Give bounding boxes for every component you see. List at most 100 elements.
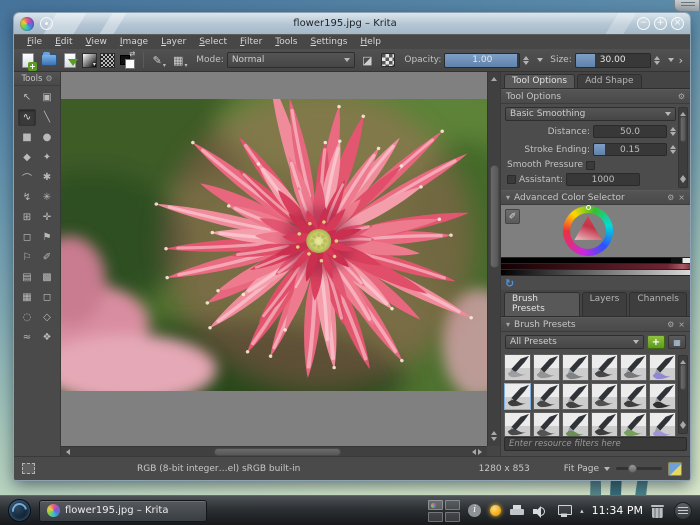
tools-docker-header[interactable]: Tools ⚙ bbox=[14, 72, 60, 86]
brush-preset-thumbnail-3[interactable] bbox=[562, 354, 589, 381]
scroll-up-icon[interactable] bbox=[490, 73, 499, 82]
assistants-tool[interactable]: ⚐ bbox=[18, 249, 36, 266]
assistant-checkbox[interactable] bbox=[507, 175, 516, 184]
brush-preset-thumbnail-7[interactable] bbox=[504, 383, 531, 410]
workspace-chooser-button[interactable]: ▦▾ bbox=[171, 51, 189, 69]
tray-expand-arrow[interactable]: ▴ bbox=[580, 507, 584, 515]
panel-toolbox[interactable] bbox=[674, 502, 692, 520]
trash-icon[interactable] bbox=[651, 503, 664, 518]
hscroll-thumb[interactable] bbox=[214, 448, 341, 456]
vscroll-thumb[interactable] bbox=[490, 165, 499, 269]
preset-view-mode-button[interactable]: ▦ bbox=[668, 335, 686, 349]
tab-brush-presets[interactable]: Brush Presets bbox=[504, 292, 580, 316]
close-button[interactable]: × bbox=[671, 17, 684, 30]
tab-layers[interactable]: Layers bbox=[582, 292, 628, 316]
brush-preset-thumbnail-14[interactable] bbox=[533, 412, 560, 436]
brush-preset-thumbnail-1[interactable] bbox=[504, 354, 531, 381]
scroll-right-icon[interactable] bbox=[477, 447, 486, 456]
network-tray-icon[interactable] bbox=[557, 505, 571, 517]
taskbar-task-krita[interactable]: flower195.jpg – Krita bbox=[39, 500, 207, 522]
multibrush-tool[interactable]: ✳ bbox=[38, 189, 56, 206]
menu-file[interactable]: File bbox=[21, 37, 48, 47]
freehand-select-tool[interactable]: ≈ bbox=[18, 329, 36, 346]
size-slider[interactable]: 30.00 bbox=[575, 53, 651, 68]
smoothing-combo[interactable]: Basic Smoothing bbox=[505, 107, 676, 121]
desktop-pager[interactable] bbox=[428, 500, 460, 522]
menu-select[interactable]: Select bbox=[193, 37, 233, 47]
zoom-slider-knob[interactable] bbox=[628, 464, 637, 473]
notifications-tray-icon[interactable]: i bbox=[468, 504, 481, 517]
close-icon[interactable]: × bbox=[678, 193, 685, 202]
color-strip-value[interactable] bbox=[501, 258, 690, 263]
rectangular-select-tool[interactable]: ◻ bbox=[38, 289, 56, 306]
select-shapes-tool[interactable]: ↖ bbox=[18, 89, 36, 106]
gear-icon[interactable]: ⚙ bbox=[678, 92, 685, 101]
color-sampler-tool[interactable]: ✐ bbox=[38, 249, 56, 266]
tool-options-scrollbar[interactable] bbox=[678, 107, 688, 188]
printer-tray-icon[interactable] bbox=[510, 505, 524, 516]
assistant-field[interactable]: 1000 bbox=[566, 173, 640, 186]
perspective-grid-tool[interactable]: ⚑ bbox=[38, 229, 56, 246]
brush-preset-thumbnail-9[interactable] bbox=[562, 383, 589, 410]
brush-preset-thumbnail-18[interactable] bbox=[649, 412, 676, 436]
pattern-edit-tool[interactable]: ▩ bbox=[38, 269, 56, 286]
brush-preset-thumbnail-4[interactable] bbox=[591, 354, 618, 381]
menu-tools[interactable]: Tools bbox=[269, 37, 303, 47]
gear-icon[interactable]: ⚙ bbox=[667, 193, 674, 202]
grid-tool[interactable]: ▦ bbox=[18, 289, 36, 306]
maximize-button[interactable]: + bbox=[654, 17, 667, 30]
toolbar-overflow-button[interactable]: › bbox=[677, 54, 685, 67]
scroll-down-icon[interactable] bbox=[490, 436, 499, 445]
app-launcher-button[interactable] bbox=[8, 499, 31, 522]
rectangle-tool[interactable]: ■ bbox=[18, 129, 36, 146]
desktop-toolbox[interactable] bbox=[674, 0, 700, 12]
close-icon[interactable]: × bbox=[678, 320, 685, 329]
opacity-options-arrow[interactable] bbox=[537, 58, 543, 65]
brush-preset-thumbnail-15[interactable] bbox=[562, 412, 589, 436]
freehand-path-tool[interactable]: ✱ bbox=[38, 169, 56, 186]
color-wheel[interactable] bbox=[563, 206, 613, 256]
open-document-button[interactable] bbox=[40, 51, 58, 69]
minimize-button[interactable]: − bbox=[637, 17, 650, 30]
transform-tool[interactable]: ◻ bbox=[18, 229, 36, 246]
stroke-ending-spinner[interactable] bbox=[670, 142, 676, 157]
scroll-left-icon[interactable] bbox=[62, 447, 71, 456]
foreground-background-colors[interactable]: ⇄ bbox=[120, 52, 135, 69]
edit-shapes-tool[interactable]: ▣ bbox=[38, 89, 56, 106]
eraser-mode-button[interactable]: ◪ bbox=[358, 51, 376, 69]
similar-select-tool[interactable]: ❖ bbox=[38, 329, 56, 346]
refresh-icon[interactable]: ↻ bbox=[505, 277, 514, 290]
distance-field[interactable]: 50.0 bbox=[593, 125, 667, 138]
brush-presets-header[interactable]: ▾ Brush Presets ⚙ × bbox=[501, 317, 690, 332]
tool-options-header[interactable]: Tool Options ⚙ bbox=[501, 89, 690, 104]
tab-add-shape[interactable]: Add Shape bbox=[577, 74, 641, 88]
elliptical-select-tool[interactable]: ◌ bbox=[18, 309, 36, 326]
bezier-curve-tool[interactable]: ⌒ bbox=[18, 169, 36, 186]
titlebar[interactable]: flower195.jpg – Krita − + × bbox=[14, 13, 690, 34]
opacity-slider[interactable]: 1.00 bbox=[444, 53, 520, 68]
menu-filter[interactable]: Filter bbox=[234, 37, 268, 47]
smooth-pressure-checkbox[interactable] bbox=[586, 161, 595, 170]
menu-image[interactable]: Image bbox=[114, 37, 154, 47]
save-button[interactable] bbox=[61, 51, 79, 69]
canvas-horizontal-scrollbar[interactable] bbox=[61, 446, 487, 456]
selection-status-icon[interactable] bbox=[22, 463, 35, 474]
menu-help[interactable]: Help bbox=[354, 37, 387, 47]
color-strip-saturation[interactable] bbox=[501, 264, 690, 269]
line-tool[interactable]: ╲ bbox=[38, 109, 56, 126]
volume-tray-icon[interactable] bbox=[533, 505, 548, 517]
ellipse-tool[interactable]: ● bbox=[38, 129, 56, 146]
add-preset-button[interactable]: + bbox=[647, 335, 665, 349]
opacity-spinner[interactable] bbox=[523, 53, 529, 68]
menu-layer[interactable]: Layer bbox=[155, 37, 192, 47]
zoom-slider[interactable] bbox=[616, 467, 662, 470]
scroll-up-icon-2[interactable] bbox=[490, 427, 499, 436]
brush-preset-chooser-button[interactable]: ✎▾ bbox=[150, 51, 168, 69]
resource-filter-input[interactable] bbox=[504, 437, 687, 451]
tab-tool-options[interactable]: Tool Options bbox=[504, 74, 575, 88]
color-triangle[interactable] bbox=[571, 214, 605, 248]
zoom-mode-combo[interactable]: Fit Page bbox=[564, 464, 610, 474]
tab-channels[interactable]: Channels bbox=[629, 292, 687, 316]
brush-preset-thumbnail-16[interactable] bbox=[591, 412, 618, 436]
color-strip-lightness[interactable] bbox=[501, 270, 690, 275]
